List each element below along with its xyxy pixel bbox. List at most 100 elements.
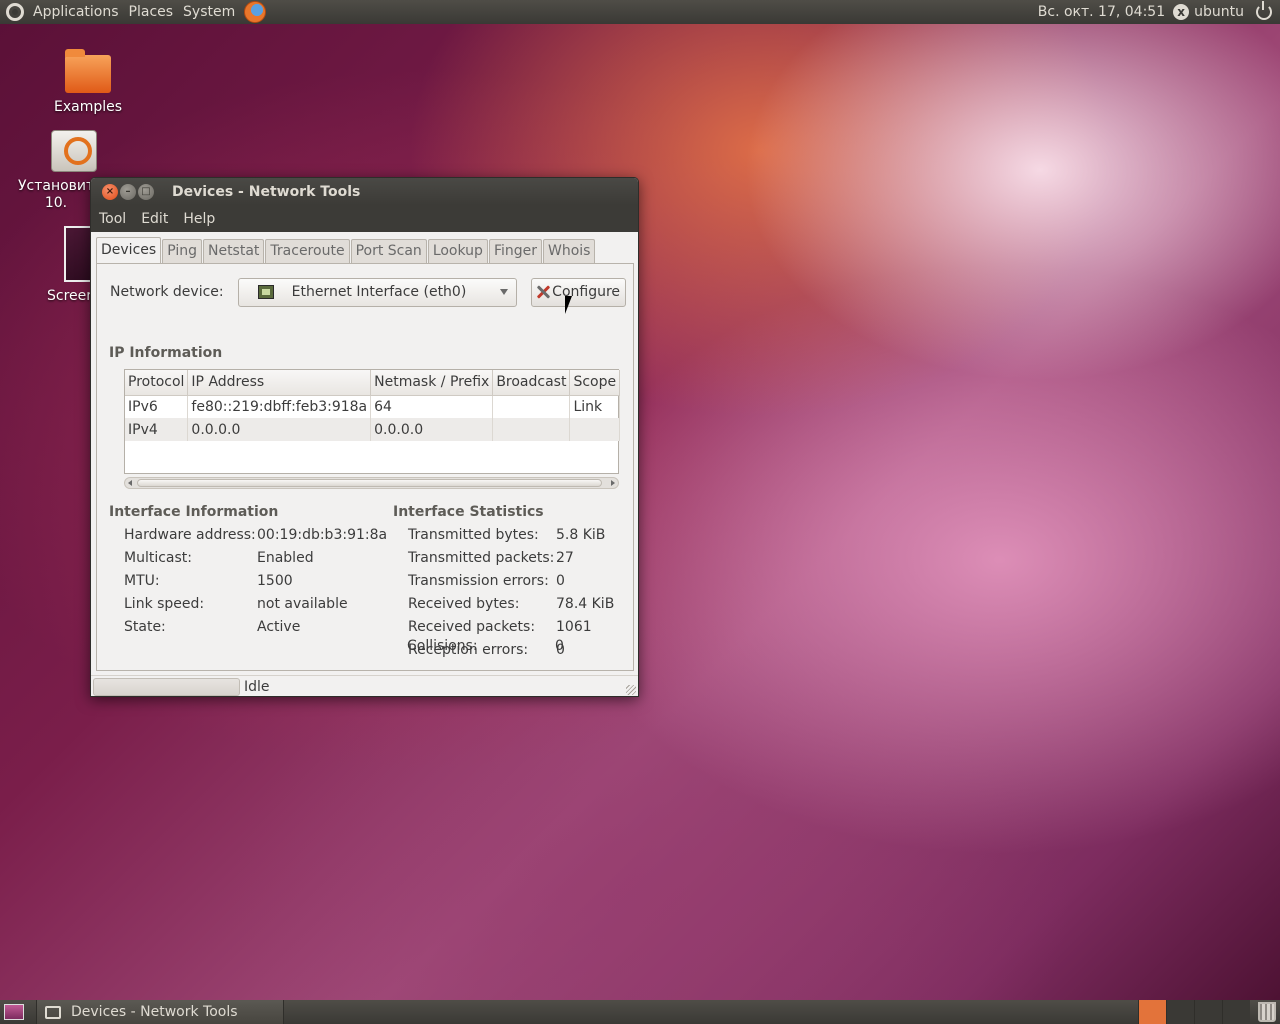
column-header-netmask[interactable]: Netmask / Prefix <box>370 370 494 396</box>
menu-tool[interactable]: Tool <box>91 211 133 227</box>
workspace-1[interactable] <box>1138 1000 1166 1024</box>
cell-ip-address: 0.0.0.0 <box>187 418 372 441</box>
column-header-broadcast[interactable]: Broadcast <box>492 370 571 396</box>
info-key-mtu: MTU: <box>124 573 160 589</box>
show-desktop-icon[interactable] <box>4 1004 24 1020</box>
tab-lookup[interactable]: Lookup <box>427 239 488 263</box>
table-row[interactable]: IPv6 fe80::219:dbff:feb3:918a 64 Link <box>125 395 621 418</box>
menu-help[interactable]: Help <box>175 211 222 227</box>
cell-ip-address: fe80::219:dbff:feb3:918a <box>187 395 372 418</box>
tab-whois[interactable]: Whois <box>543 239 596 263</box>
scrollbar-thumb[interactable] <box>137 479 602 487</box>
info-key-link-speed: Link speed: <box>124 596 205 612</box>
stat-key-received-packets: Received packets: <box>408 619 536 635</box>
info-value-hardware-address: 00:19:db:b3:91:8a <box>257 527 388 543</box>
tab-devices[interactable]: Devices <box>96 237 162 263</box>
cell-protocol: IPv6 <box>125 395 189 418</box>
places-menu[interactable]: Places <box>124 4 179 20</box>
workspace-switcher <box>1138 1000 1250 1024</box>
desktop-icon-screenshot[interactable]: Screer <box>44 226 108 304</box>
stat-value-transmitted-packets: 27 <box>556 550 574 566</box>
resize-grip-icon[interactable] <box>626 685 636 695</box>
info-key-hardware-address: Hardware address: <box>124 527 256 543</box>
tab-ping[interactable]: Ping <box>162 239 202 263</box>
desktop-icon-label: Установит 10. <box>18 178 95 211</box>
status-text: Idle <box>244 678 270 695</box>
desktop-icon-label: Screer <box>47 288 93 304</box>
desktop-icon-examples[interactable]: Examples <box>50 49 126 115</box>
bottom-panel: Devices - Network Tools <box>0 1000 1280 1024</box>
maximize-icon[interactable]: □ <box>138 183 154 200</box>
scroll-left-icon[interactable] <box>128 480 132 486</box>
stat-key-collisions: Collisions: <box>407 638 478 654</box>
desktop-icon-label: Examples <box>53 99 123 115</box>
system-menu[interactable]: System <box>178 4 240 20</box>
network-device-row: Network device: Ethernet Interface (eth0… <box>110 277 626 307</box>
workspace-2[interactable] <box>1166 1000 1194 1024</box>
trash-icon[interactable] <box>1258 1002 1276 1022</box>
table-row[interactable]: IPv4 0.0.0.0 0.0.0.0 <box>125 418 621 441</box>
info-key-multicast: Multicast: <box>124 550 192 566</box>
scroll-right-icon[interactable] <box>611 480 615 486</box>
user-status-icon[interactable]: x <box>1173 4 1190 20</box>
network-device-dropdown[interactable]: Ethernet Interface (eth0) <box>237 277 517 307</box>
devices-tab-page: Network device: Ethernet Interface (eth0… <box>96 263 634 671</box>
interface-statistics-heading: Interface Statistics <box>393 504 544 520</box>
stat-key-transmission-errors: Transmission errors: <box>408 573 549 589</box>
mouse-pointer-icon <box>565 296 572 314</box>
network-device-selected: Ethernet Interface (eth0) <box>291 284 467 300</box>
stat-key-transmitted-bytes: Transmitted bytes: <box>408 527 539 543</box>
stat-key-transmitted-packets: Transmitted packets: <box>408 550 555 566</box>
taskbar-item-network-tools[interactable]: Devices - Network Tools <box>36 1000 284 1024</box>
firefox-launcher-icon[interactable] <box>244 1 267 23</box>
stat-key-received-bytes: Received bytes: <box>408 596 520 612</box>
info-value-link-speed: not available <box>257 596 348 612</box>
horizontal-scrollbar[interactable] <box>124 477 619 489</box>
info-value-mtu: 1500 <box>257 573 293 589</box>
progress-bar <box>93 677 240 696</box>
cell-broadcast <box>492 418 571 441</box>
cell-broadcast <box>492 395 571 418</box>
stat-value-received-packets: 1061 <box>556 619 592 635</box>
configure-label: Configure <box>552 284 621 300</box>
chevron-down-icon <box>499 288 508 295</box>
network-tools-app-icon <box>45 1005 61 1019</box>
workspace-4[interactable] <box>1222 1000 1250 1024</box>
window-title: Devices - Network Tools <box>172 183 361 200</box>
close-icon[interactable]: × <box>102 183 118 200</box>
stat-value-collisions: 0 <box>555 638 564 654</box>
tab-finger[interactable]: Finger <box>488 239 542 263</box>
network-device-label: Network device: <box>110 284 224 300</box>
taskbar-item-label: Devices - Network Tools <box>71 1004 238 1020</box>
column-header-protocol[interactable]: Protocol <box>125 370 189 396</box>
cell-netmask: 0.0.0.0 <box>370 418 494 441</box>
configure-button[interactable]: Configure <box>530 277 626 307</box>
stat-value-transmitted-bytes: 5.8 KiB <box>556 527 606 543</box>
cell-netmask: 64 <box>370 395 494 418</box>
clock[interactable]: Вс. окт. 17, 04:51 <box>1030 4 1173 20</box>
folder-icon <box>65 49 111 93</box>
workspace-3[interactable] <box>1194 1000 1222 1024</box>
column-header-scope[interactable]: Scope <box>569 370 621 396</box>
stat-value-transmission-errors: 0 <box>556 573 565 589</box>
power-icon[interactable] <box>1256 1 1272 20</box>
info-key-state: State: <box>124 619 166 635</box>
ip-information-heading: IP Information <box>109 345 223 361</box>
interface-information-heading: Interface Information <box>109 504 279 520</box>
ip-information-table[interactable]: Protocol IP Address Netmask / Prefix Bro… <box>124 369 621 474</box>
menubar: Tool Edit Help <box>91 205 638 232</box>
network-tools-window: × – □ Devices - Network Tools Tool Edit … <box>90 177 639 697</box>
applications-menu[interactable]: Applications <box>28 4 124 20</box>
tab-port-scan[interactable]: Port Scan <box>350 239 427 263</box>
tools-icon <box>536 285 550 299</box>
info-value-state: Active <box>257 619 301 635</box>
column-header-ip-address[interactable]: IP Address <box>187 370 372 396</box>
minimize-icon[interactable]: – <box>120 183 136 200</box>
ubuntu-logo-icon[interactable] <box>6 3 24 21</box>
notebook: Devices Ping Netstat Traceroute Port Sca… <box>96 237 634 671</box>
tab-traceroute[interactable]: Traceroute <box>265 239 350 263</box>
user-menu[interactable]: ubuntu <box>1189 4 1256 20</box>
window-titlebar[interactable]: × – □ Devices - Network Tools <box>91 178 638 205</box>
tab-netstat[interactable]: Netstat <box>202 239 265 263</box>
menu-edit[interactable]: Edit <box>133 211 175 227</box>
